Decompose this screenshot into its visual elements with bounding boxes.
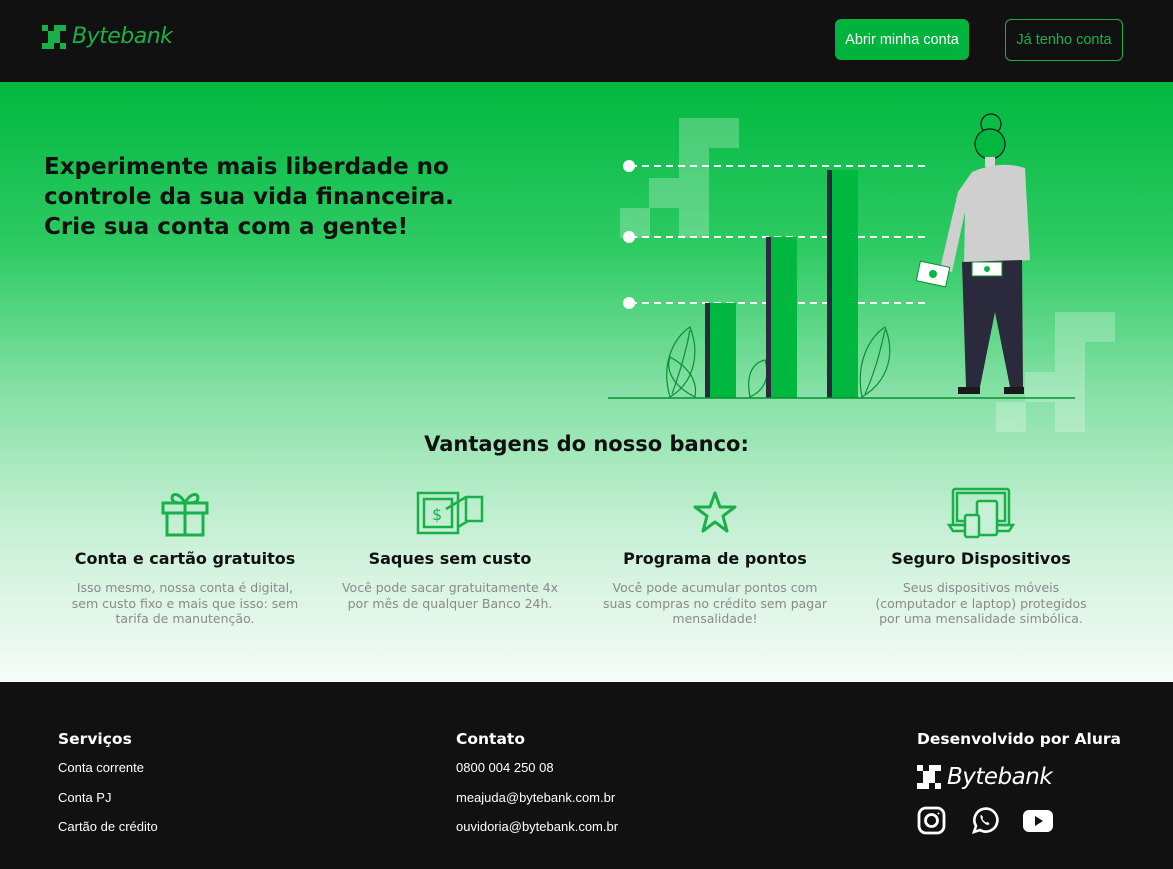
advantage-title: Conta e cartão gratuitos (74, 549, 296, 568)
gift-icon (55, 487, 315, 539)
whatsapp-icon[interactable] (970, 806, 999, 835)
site-header: Bytebank Abrir minha conta Já tenho cont… (0, 0, 1173, 82)
open-account-button[interactable]: Abrir minha conta (835, 19, 969, 60)
footer-services: Serviços Conta corrente Conta PJ Cartão … (58, 730, 158, 849)
bytebank-logo-icon (917, 765, 941, 789)
contact-email-ombudsman[interactable]: ouvidoria@bytebank.com.br (456, 819, 618, 849)
devices-icon (851, 487, 1111, 539)
advantage-text: Seus dispositivos móveis (computador e l… (875, 580, 1087, 626)
footer-contact-title: Contato (456, 730, 525, 748)
footer-link-conta-corrente[interactable]: Conta corrente (58, 760, 158, 790)
hero-section: Experimente mais liberdade no controle d… (0, 82, 1173, 682)
footer-link-conta-pj[interactable]: Conta PJ (58, 790, 158, 820)
hero-title-line: Crie sua conta com a gente! (44, 214, 409, 240)
advantage-text: Você pode acumular pontos com suas compr… (602, 580, 828, 626)
social-links (917, 806, 1053, 835)
site-footer: Serviços Conta corrente Conta PJ Cartão … (0, 682, 1173, 869)
advantage-card: Conta e cartão gratuitos Isso mesmo, nos… (55, 487, 315, 627)
advantage-card: Seguro Dispositivos Seus dispositivos mó… (851, 487, 1111, 627)
footer-contact: Contato 0800 004 250 08 meajuda@bytebank… (456, 730, 618, 849)
svg-text:$: $ (432, 505, 442, 524)
footer-developed-title: Desenvolvido por Alura (917, 730, 1122, 748)
hero-title-line: controle da sua vida financeira. (44, 184, 454, 210)
footer-brand-name: Bytebank (947, 764, 1053, 790)
advantages-title: Vantagens do nosso banco: (424, 432, 749, 456)
contact-phone[interactable]: 0800 004 250 08 (456, 760, 618, 790)
cash-withdraw-icon: $ (320, 487, 580, 539)
advantage-card: $ Saques sem custo Você pode sacar gratu… (320, 487, 580, 611)
advantage-title: Seguro Dispositivos (891, 549, 1071, 568)
hero-title: Experimente mais liberdade no controle d… (44, 152, 484, 242)
footer-developed: Desenvolvido por Alura (917, 730, 1121, 760)
advantage-title: Programa de pontos (623, 549, 807, 568)
login-button[interactable]: Já tenho conta (1005, 19, 1123, 61)
advantage-text: Você pode sacar gratuitamente 4x por mês… (341, 580, 559, 611)
footer-link-cartao-credito[interactable]: Cartão de crédito (58, 819, 158, 849)
footer-services-title: Serviços (58, 730, 132, 748)
advantage-text: Isso mesmo, nossa conta é digital, sem c… (71, 580, 299, 626)
person-figure (915, 113, 1030, 394)
footer-brand-logo[interactable]: Bytebank (917, 764, 1053, 790)
contact-email-help[interactable]: meajuda@bytebank.com.br (456, 790, 618, 820)
brand-name: Bytebank (72, 24, 173, 49)
advantage-card: Programa de pontos Você pode acumular po… (585, 487, 845, 627)
brand-logo[interactable]: Bytebank (42, 24, 173, 49)
bytebank-logo-icon (42, 24, 66, 49)
youtube-icon[interactable] (1023, 809, 1053, 832)
instagram-icon[interactable] (917, 806, 946, 835)
star-icon (585, 487, 845, 539)
growth-chart-illustration (608, 113, 1115, 432)
advantage-title: Saques sem custo (368, 549, 532, 568)
hero-title-line: Experimente mais liberdade no (44, 154, 449, 180)
